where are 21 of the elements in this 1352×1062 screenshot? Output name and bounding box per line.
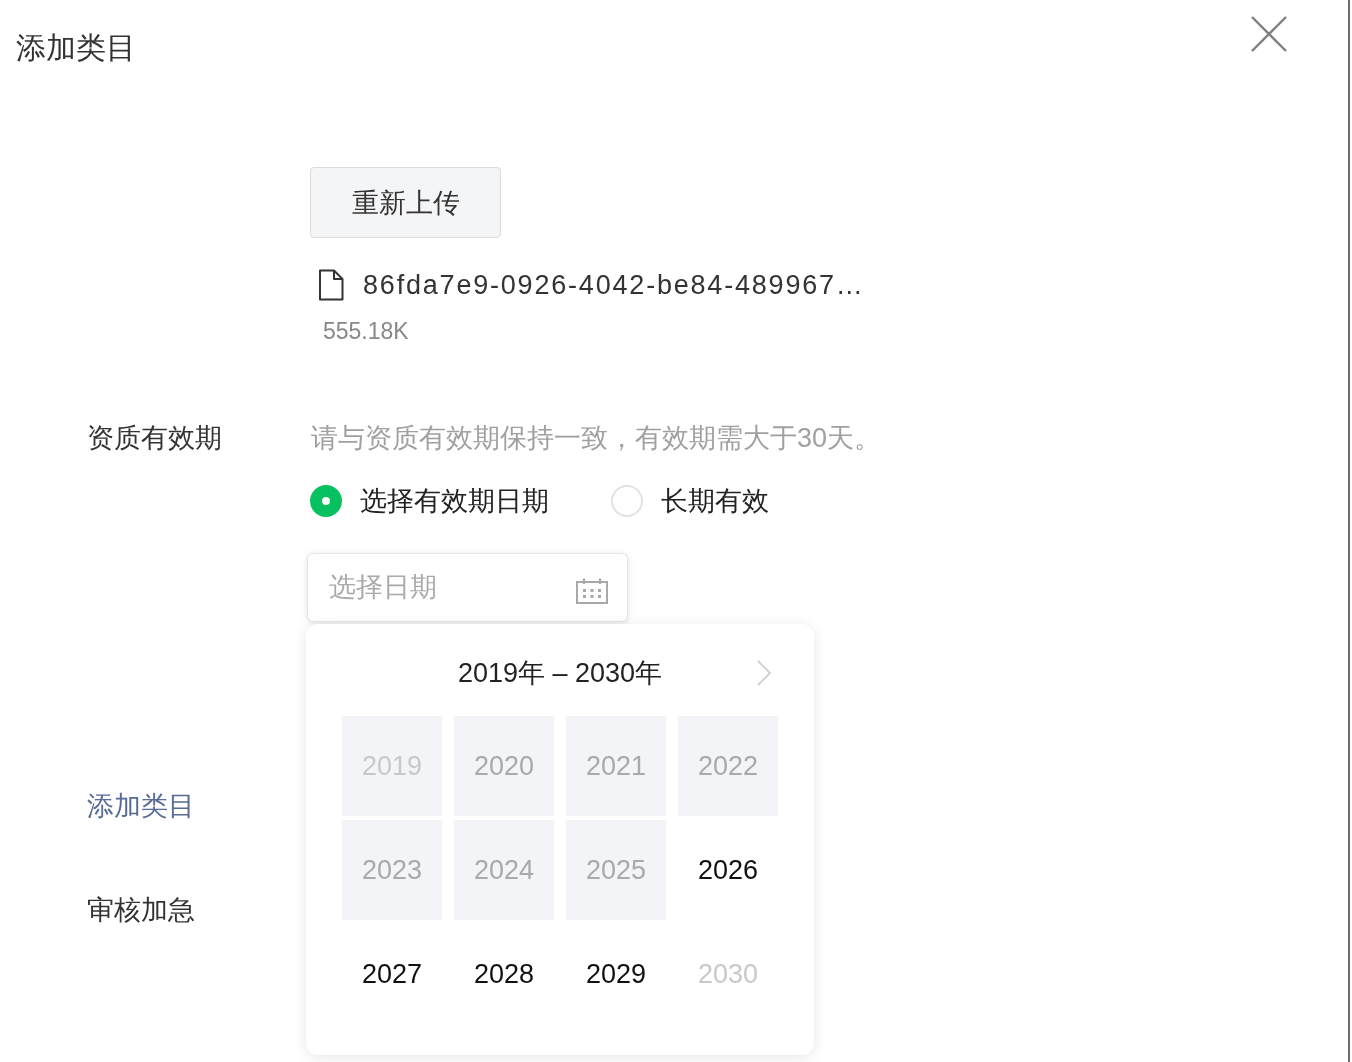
reupload-button[interactable]: 重新上传 <box>310 167 501 238</box>
add-category-link[interactable]: 添加类目 <box>87 788 195 824</box>
file-size: 555.18K <box>323 317 409 345</box>
calendar-icon[interactable] <box>576 578 608 604</box>
year-option[interactable]: 2028 <box>454 924 554 1024</box>
radio-button[interactable] <box>310 485 342 517</box>
year-range: 2019年 – 2030年 <box>457 657 663 690</box>
year-option[interactable]: 2029 <box>566 924 666 1024</box>
year-option[interactable]: 2027 <box>342 924 442 1024</box>
year-option[interactable]: 2026 <box>678 820 778 920</box>
dialog-title: 添加类目 <box>16 30 136 66</box>
radio-label[interactable]: 长期有效 <box>661 483 769 519</box>
chevron-right-icon[interactable] <box>757 660 771 686</box>
radio-label[interactable]: 选择有效期日期 <box>360 483 549 519</box>
date-field[interactable]: 选择日期 <box>307 553 628 622</box>
file-icon <box>318 269 344 301</box>
hint-text: 请与资质有效期保持一致，有效期需大于30天。 <box>311 422 882 455</box>
close-icon[interactable] <box>1251 16 1287 52</box>
field-label: 审核加急 <box>87 894 195 927</box>
file-name: 86fda7e9-0926-4042-be84-489967… <box>363 269 865 301</box>
field-label: 资质有效期 <box>87 422 222 455</box>
